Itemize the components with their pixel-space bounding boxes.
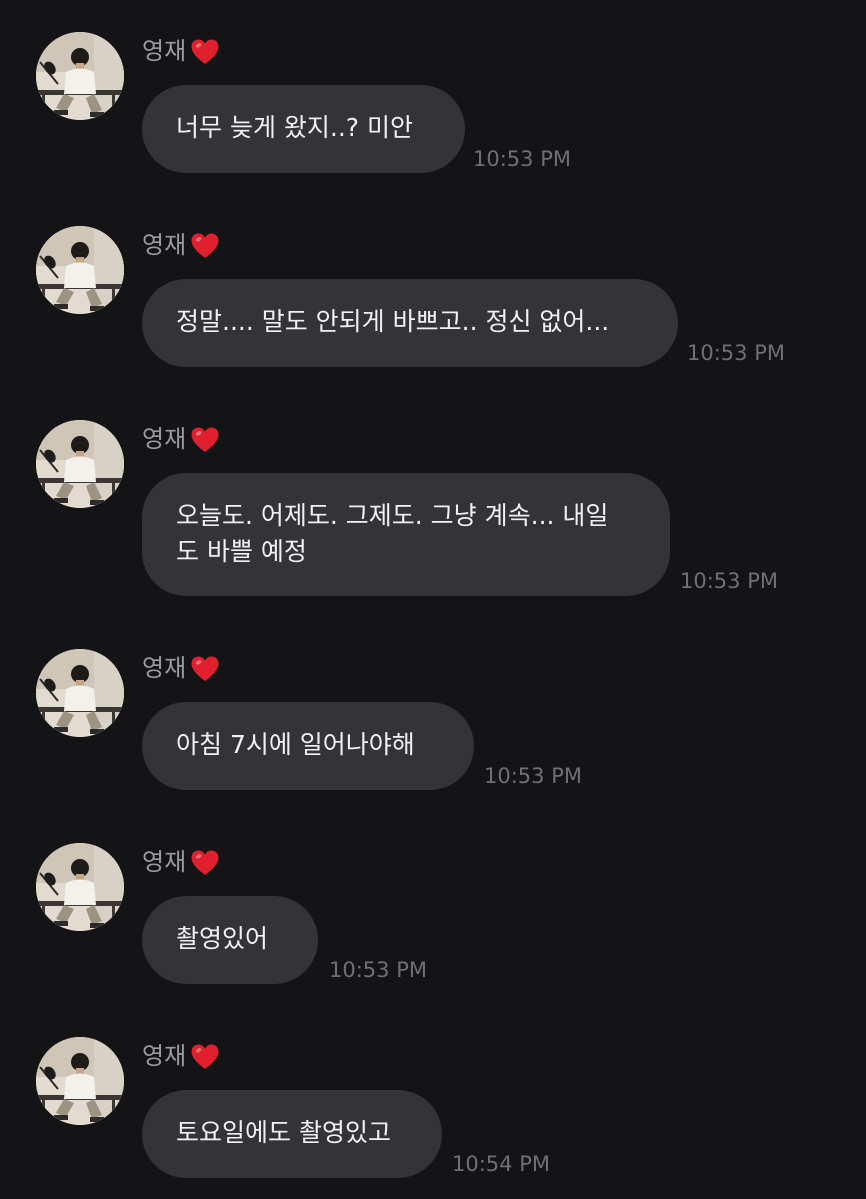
heart-icon <box>190 1043 220 1070</box>
chat-thread: 영재 너무 늦게 왔지..? 미안 10:53 PM 영재 정말.... 말도 … <box>0 0 866 1199</box>
sender-name-row: 영재 <box>142 1039 220 1073</box>
sender-name-row: 영재 <box>142 651 220 685</box>
heart-icon <box>190 232 220 259</box>
message-time: 10:53 PM <box>680 569 778 593</box>
avatar[interactable] <box>36 420 124 508</box>
avatar[interactable] <box>36 649 124 737</box>
sender-name: 영재 <box>142 231 187 259</box>
message: 영재 토요일에도 촬영있고 10:54 PM <box>0 1037 866 1187</box>
message-bubble[interactable]: 너무 늦게 왔지..? 미안 <box>142 85 465 173</box>
message-time: 10:53 PM <box>484 764 582 788</box>
message-time: 10:53 PM <box>687 341 785 365</box>
message-bubble[interactable]: 촬영있어 <box>142 896 318 984</box>
sender-name: 영재 <box>142 654 187 682</box>
message-time: 10:53 PM <box>473 147 571 171</box>
message-bubble[interactable]: 토요일에도 촬영있고 <box>142 1090 442 1178</box>
avatar[interactable] <box>36 1037 124 1125</box>
message: 영재 아침 7시에 일어나야해 10:53 PM <box>0 649 866 799</box>
sender-name: 영재 <box>142 425 187 453</box>
message-bubble[interactable]: 정말.... 말도 안되게 바쁘고.. 정신 없어... <box>142 279 678 367</box>
heart-icon <box>190 38 220 65</box>
message-bubble[interactable]: 오늘도. 어제도. 그제도. 그냥 계속... 내일 도 바쁠 예정 <box>142 473 670 596</box>
sender-name-row: 영재 <box>142 845 220 879</box>
heart-icon <box>190 426 220 453</box>
sender-name-row: 영재 <box>142 228 220 262</box>
message-time: 10:53 PM <box>329 958 427 982</box>
heart-icon <box>190 655 220 682</box>
sender-name: 영재 <box>142 1042 187 1070</box>
message: 영재 오늘도. 어제도. 그제도. 그냥 계속... 내일 도 바쁠 예정 10… <box>0 420 866 600</box>
sender-name: 영재 <box>142 848 187 876</box>
heart-icon <box>190 849 220 876</box>
message-time: 10:54 PM <box>452 1152 550 1176</box>
avatar[interactable] <box>36 32 124 120</box>
sender-name-row: 영재 <box>142 422 220 456</box>
sender-name-row: 영재 <box>142 34 220 68</box>
message-bubble[interactable]: 아침 7시에 일어나야해 <box>142 702 474 790</box>
sender-name: 영재 <box>142 37 187 65</box>
message: 영재 정말.... 말도 안되게 바쁘고.. 정신 없어... 10:53 PM <box>0 226 866 376</box>
avatar[interactable] <box>36 843 124 931</box>
message: 영재 촬영있어 10:53 PM <box>0 843 866 993</box>
message: 영재 너무 늦게 왔지..? 미안 10:53 PM <box>0 32 866 182</box>
avatar[interactable] <box>36 226 124 314</box>
